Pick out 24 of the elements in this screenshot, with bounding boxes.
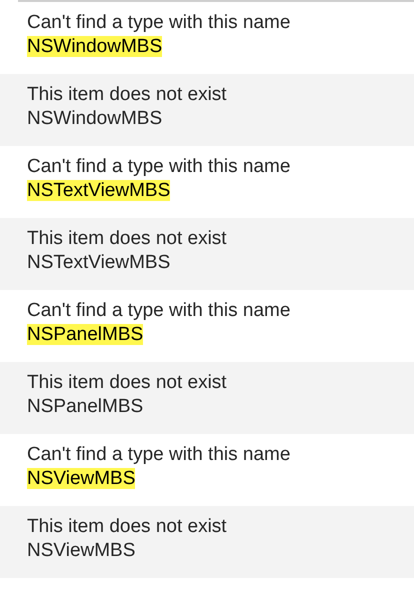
message-row[interactable]: Can't find a type with this name NSTextViewMBS <box>0 146 414 218</box>
message-text: Can't find a type with this name <box>27 443 292 467</box>
message-row[interactable]: Can't find a type with this name NSPanelMBS <box>0 290 414 362</box>
message-text: This item does not exist <box>27 227 228 251</box>
type-name: NSViewMBS <box>27 540 136 561</box>
message-row[interactable]: This item does not exist NSTextViewMBS <box>0 218 414 290</box>
highlighted-type-name: NSTextViewMBS <box>27 180 170 201</box>
message-text: This item does not exist <box>27 83 228 107</box>
highlighted-type-name: NSWindowMBS <box>27 36 162 57</box>
type-name: NSTextViewMBS <box>27 252 170 273</box>
message-row[interactable]: This item does not exist NSViewMBS <box>0 506 414 578</box>
highlighted-type-name: NSPanelMBS <box>27 324 144 345</box>
message-row[interactable]: Can't find a type with this name NSWindowMBS <box>0 2 414 74</box>
type-name: NSPanelMBS <box>27 396 144 417</box>
message-text: Can't find a type with this name <box>27 11 292 35</box>
message-row[interactable]: This item does not exist NSWindowMBS <box>0 74 414 146</box>
message-row[interactable]: Can't find a type with this name NSViewMBS <box>0 434 414 506</box>
message-row[interactable]: This item does not exist NSPanelMBS <box>0 362 414 434</box>
message-text: Can't find a type with this name <box>27 299 292 323</box>
message-text: This item does not exist <box>27 515 228 539</box>
message-text: This item does not exist <box>27 371 228 395</box>
highlighted-type-name: NSViewMBS <box>27 468 136 489</box>
type-name: NSWindowMBS <box>27 108 162 129</box>
message-text: Can't find a type with this name <box>27 155 292 179</box>
